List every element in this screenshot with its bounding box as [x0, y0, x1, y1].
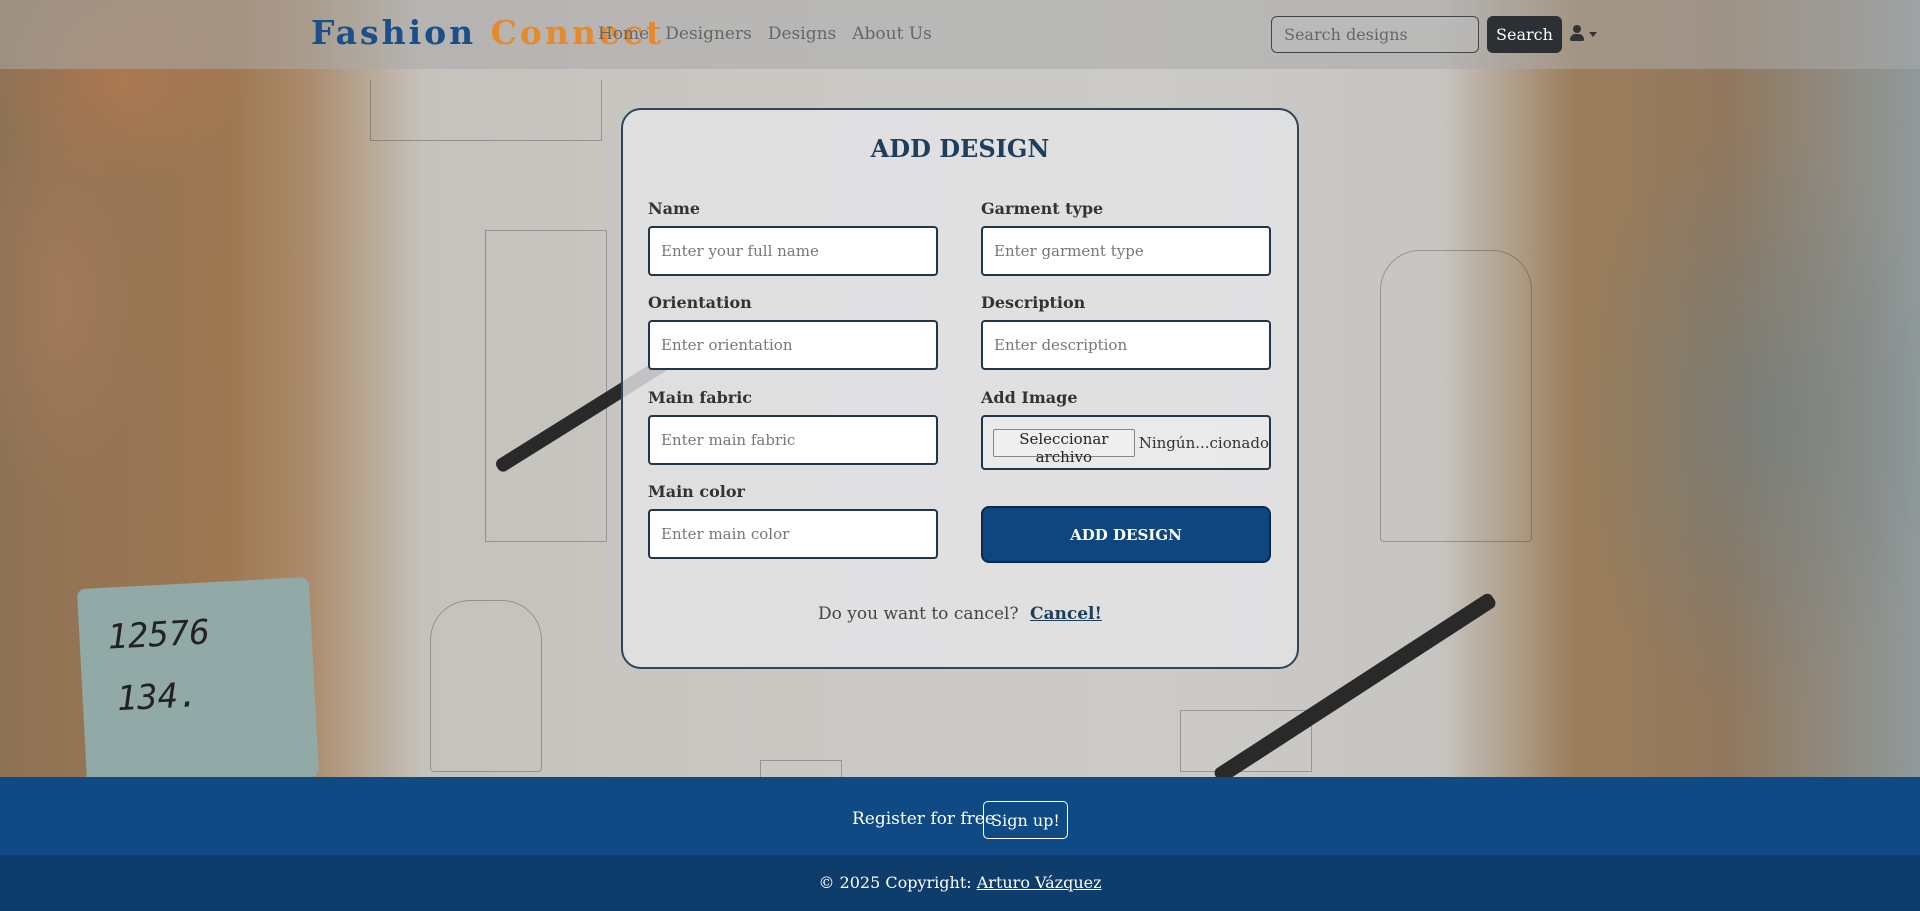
choose-file-button[interactable]: Seleccionar archivo	[993, 428, 1135, 466]
add-design-button[interactable]: ADD DESIGN	[981, 506, 1271, 563]
orientation-input[interactable]	[648, 320, 938, 370]
footer-copyright-bar: © 2025 Copyright: Arturo Vázquez	[0, 855, 1920, 911]
user-icon	[1569, 24, 1585, 42]
main-color-label: Main color	[648, 482, 745, 501]
nav-links: Home Designers Designs About Us	[598, 24, 932, 44]
cancel-question: Do you want to cancel?	[818, 604, 1019, 624]
description-input[interactable]	[981, 320, 1271, 370]
search-input[interactable]	[1271, 16, 1479, 53]
description-label: Description	[981, 293, 1086, 312]
name-input[interactable]	[648, 226, 938, 276]
nav-link-designs[interactable]: Designs	[768, 24, 836, 44]
navbar: Fashion Connect Home Designers Designs A…	[0, 0, 1920, 69]
copyright: © 2025 Copyright: Arturo Vázquez	[0, 873, 1920, 892]
footer-register-bar: Register for free Sign up!	[0, 777, 1920, 855]
search-button[interactable]: Search	[1487, 16, 1562, 53]
nav-link-about-us[interactable]: About Us	[852, 24, 932, 44]
garment-type-input[interactable]	[981, 226, 1271, 276]
chevron-down-icon	[1589, 31, 1597, 37]
user-dropdown[interactable]	[1569, 24, 1597, 42]
nav-link-home[interactable]: Home	[598, 24, 649, 44]
register-text: Register for free	[852, 809, 995, 829]
garment-type-label: Garment type	[981, 199, 1104, 218]
cancel-link[interactable]: Cancel!	[1030, 604, 1102, 624]
main-fabric-input[interactable]	[648, 415, 938, 465]
form-title: ADD DESIGN	[870, 134, 1050, 163]
cancel-row: Do you want to cancel? Cancel!	[621, 604, 1299, 624]
main-fabric-label: Main fabric	[648, 388, 753, 407]
nav-link-designers[interactable]: Designers	[665, 24, 752, 44]
copyright-prefix: © 2025 Copyright:	[818, 873, 972, 892]
orientation-label: Orientation	[648, 293, 752, 312]
copyright-author-link[interactable]: Arturo Vázquez	[977, 873, 1102, 892]
image-file-input[interactable]: Seleccionar archivo Ningún...cionado	[981, 415, 1271, 470]
main-color-input[interactable]	[648, 509, 938, 559]
signup-button[interactable]: Sign up!	[983, 801, 1068, 839]
file-name-text: Ningún...cionado	[1138, 433, 1269, 452]
add-image-label: Add Image	[981, 388, 1078, 407]
name-label: Name	[648, 199, 701, 218]
brand-part-1: Fashion	[311, 13, 477, 52]
